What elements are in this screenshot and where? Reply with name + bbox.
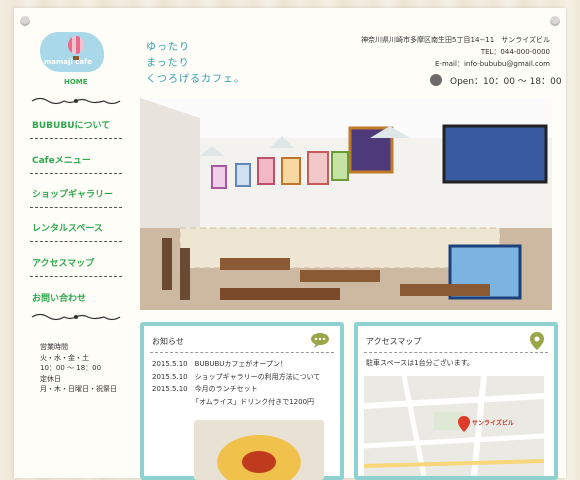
contact-info: 神奈川県川崎市多摩区南生田5丁目14−11 サンライズビル TEL：044-00… xyxy=(361,34,550,70)
news-item[interactable]: 2015.5.10 今月のランチセット xyxy=(152,383,320,396)
news-date: 2015.5.10 xyxy=(152,360,188,368)
hours-line: 営業時間 xyxy=(40,343,68,351)
speech-bubble-icon xyxy=(311,333,329,348)
telephone: TEL：044-000-0000 xyxy=(480,48,550,56)
news-text: BUBUBUカフェがオープン！ xyxy=(194,360,287,368)
map-label: サンライズビル xyxy=(472,420,514,427)
street-map xyxy=(364,376,544,476)
business-hours: 営業時間 火・水・金・土 10：00 〜 18：00 定休日 月・木・日曜日・祝… xyxy=(40,342,117,395)
news-divider xyxy=(150,352,334,353)
nav-divider xyxy=(30,207,122,208)
news-item[interactable]: 2015.5.10 BUBUBUカフェがオープン！ xyxy=(152,358,320,371)
map-pin-icon xyxy=(530,332,544,350)
news-text: 「オムライス」ドリンク付きで1200円 xyxy=(192,397,315,406)
map-embed[interactable]: サンライズビル xyxy=(364,376,544,476)
nav-divider xyxy=(30,173,122,174)
news-date: 2015.5.10 xyxy=(152,385,188,393)
ornament-divider-top xyxy=(31,97,121,105)
nav-item-cafe-menu[interactable]: Cafeメニュー xyxy=(32,153,91,166)
omurice-photo xyxy=(194,420,324,480)
hours-line: 10：00 〜 18：00 xyxy=(40,364,102,372)
news-date: 2015.5.10 xyxy=(152,372,188,381)
hours-line: 火・水・金・土 xyxy=(40,353,89,362)
news-list: 2015.5.10 BUBUBUカフェがオープン！ 2015.5.10 ショップ… xyxy=(152,358,320,408)
hours-line: 月・木・日曜日・祝祭日 xyxy=(40,385,117,393)
access-divider xyxy=(364,352,548,353)
pin-top-left xyxy=(20,16,30,26)
address: 神奈川県川崎市多摩区南生田5丁目14−11 サンライズビル xyxy=(361,36,550,44)
nav-item-contact[interactable]: お問い合わせ xyxy=(32,291,86,304)
access-title: アクセスマップ xyxy=(366,337,422,346)
ornament-divider-bottom xyxy=(31,313,121,321)
news-item[interactable]: 2015.5.10 ショップギャラリーの利用方法について xyxy=(152,371,320,384)
tagline-line: まったり xyxy=(146,58,190,69)
nav-divider xyxy=(30,138,122,139)
clock-icon xyxy=(430,74,442,86)
nav-item-shop-gallery[interactable]: ショップギャラリー xyxy=(32,187,113,200)
nav-item-about[interactable]: BUBUBUについて xyxy=(32,118,110,131)
nav-item-rental-space[interactable]: レンタルスペース xyxy=(32,221,103,234)
parking-note: 駐車スペースは1台分ございます。 xyxy=(366,359,474,367)
nav-item-access-map[interactable]: アクセスマップ xyxy=(32,256,94,269)
nav-divider xyxy=(30,276,122,277)
logo-text: mamaji cafe xyxy=(44,58,92,66)
cafe-interior-illustration xyxy=(140,98,552,310)
hours-line: 定休日 xyxy=(40,374,61,383)
email[interactable]: E-mail：info-bububu@gmail.com xyxy=(361,58,550,70)
access-panel: アクセスマップ 駐車スペースは1台分ございます。 サンライズビル xyxy=(354,322,558,480)
home-link[interactable]: HOME xyxy=(64,78,88,86)
tagline-line: ゆったり xyxy=(146,42,190,53)
nav-divider xyxy=(30,241,122,242)
balloon-icon xyxy=(68,36,84,54)
pin-top-right xyxy=(550,16,560,26)
tagline: ゆったり まったり くつろげるカフェ。 xyxy=(146,40,245,88)
news-panel: お知らせ 2015.5.10 BUBUBUカフェがオープン！ 2015.5.10… xyxy=(140,322,344,480)
hero-image xyxy=(140,98,552,310)
news-text: 今月のランチセット xyxy=(194,385,258,393)
news-item: 「オムライス」ドリンク付きで1200円 xyxy=(152,396,320,409)
tagline-line: くつろげるカフェ。 xyxy=(146,74,245,85)
news-text: ショップギャラリーの利用方法について xyxy=(194,372,321,381)
news-title: お知らせ xyxy=(152,337,184,346)
open-hours: Open：10：00 〜 18：00 xyxy=(450,77,562,87)
